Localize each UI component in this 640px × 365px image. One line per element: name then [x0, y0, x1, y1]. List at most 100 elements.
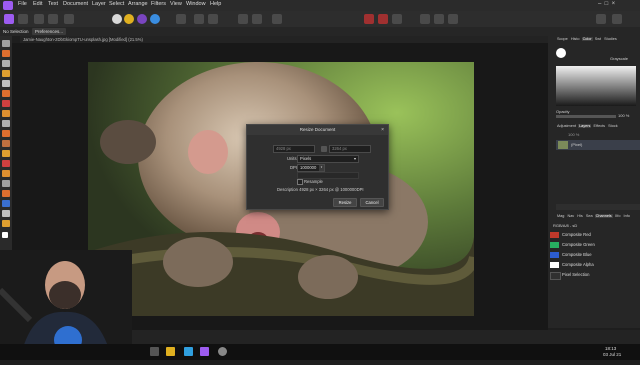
move-tool-icon[interactable] [2, 40, 10, 47]
tab-channels[interactable]: Channels [594, 214, 613, 218]
channel-label: Pixel Selection [562, 272, 590, 277]
menu-view[interactable]: View [170, 1, 182, 7]
fill-tool-icon[interactable] [2, 120, 10, 127]
personas-icon[interactable] [612, 14, 622, 24]
auto-levels-icon[interactable] [112, 14, 122, 24]
shape-tool-icon[interactable] [2, 190, 10, 197]
channel-green[interactable]: Composite Green [548, 240, 640, 250]
auto-white-balance-icon[interactable] [150, 14, 160, 24]
tab-search[interactable]: Sea [585, 214, 594, 218]
obs-icon[interactable] [218, 347, 227, 356]
transform-icon[interactable] [448, 14, 458, 24]
inpainting-icon[interactable] [2, 170, 10, 177]
tab-history[interactable]: His [576, 214, 583, 218]
view-tool-icon[interactable] [194, 14, 204, 24]
auto-colors-icon[interactable] [137, 14, 147, 24]
magnet-icon[interactable] [252, 14, 262, 24]
tab-scope[interactable]: Scope [556, 37, 569, 41]
menu-select[interactable]: Select [109, 1, 124, 7]
channel-blue[interactable]: Composite Blue [548, 250, 640, 260]
tab-histogram[interactable]: Histo [570, 37, 581, 41]
align-icon[interactable] [434, 14, 444, 24]
grid-icon[interactable] [208, 14, 218, 24]
affinity-photo-taskbar-icon[interactable] [200, 347, 209, 356]
tab-layers[interactable]: Layers [578, 124, 592, 128]
develop-persona-icon[interactable] [34, 14, 44, 24]
taskbar-app-icon[interactable] [150, 347, 159, 356]
dpi-stepper[interactable]: ▾ [319, 165, 324, 171]
erase-tool-icon[interactable] [2, 130, 10, 137]
window-controls[interactable]: – □ × [598, 1, 615, 7]
tab-color[interactable]: Color [581, 37, 593, 41]
mesh-warp-icon[interactable] [2, 220, 10, 227]
selection-intersect-icon[interactable] [392, 14, 402, 24]
view-tool-icon[interactable] [2, 50, 10, 57]
menu-window[interactable]: Window [186, 1, 206, 7]
channel-pixel-selection[interactable]: Pixel Selection [548, 270, 640, 280]
tab-effects[interactable]: Effects [593, 124, 607, 128]
tab-transform[interactable]: Xfo [614, 214, 622, 218]
tab-info[interactable]: Info [623, 214, 631, 218]
channel-red[interactable]: Composite Red [548, 230, 640, 240]
liquify-persona-icon[interactable] [18, 14, 28, 24]
opacity-slider[interactable] [556, 115, 616, 118]
assistant-icon[interactable] [596, 14, 606, 24]
tab-stock[interactable]: Stock [607, 124, 619, 128]
flood-select-icon[interactable] [2, 80, 10, 87]
red-eye-icon[interactable] [2, 160, 10, 167]
tab-swatches[interactable]: Swt [594, 37, 602, 41]
menu-filters[interactable]: Filters [151, 1, 166, 7]
width-field[interactable]: 4928 px [273, 145, 315, 153]
marquee-icon[interactable] [2, 90, 10, 97]
pen-tool-icon[interactable] [2, 180, 10, 187]
tab-macro[interactable]: Mag [556, 214, 565, 218]
export-persona-icon[interactable] [64, 14, 74, 24]
zoom-tool-icon[interactable] [2, 210, 10, 217]
menu-document[interactable]: Document [63, 1, 88, 7]
browser-icon[interactable] [184, 347, 193, 356]
menu-arrange[interactable]: Arrange [128, 1, 148, 7]
channel-alpha[interactable]: Composite Alpha [548, 260, 640, 270]
clone-tool-icon[interactable] [2, 150, 10, 157]
layer-row[interactable]: (Pixel) [556, 140, 640, 150]
view-mode-icon[interactable] [176, 14, 186, 24]
menu-layer[interactable]: Layer [92, 1, 106, 7]
snapping-icon[interactable] [238, 14, 248, 24]
paint-brush-icon[interactable] [2, 100, 10, 107]
units-select[interactable]: Pixels ▾ [297, 155, 359, 163]
tone-mapping-persona-icon[interactable] [48, 14, 58, 24]
quick-mask-icon[interactable] [272, 14, 282, 24]
text-tool-icon[interactable] [2, 200, 10, 207]
link-icon[interactable] [321, 146, 327, 152]
affinity-photo-logo-icon[interactable] [3, 1, 13, 10]
primary-color-icon[interactable] [556, 48, 566, 58]
menu-text[interactable]: Text [48, 1, 58, 7]
menu-file[interactable]: File [18, 1, 27, 7]
selection-brush-icon[interactable] [2, 70, 10, 77]
tab-adjustment[interactable]: Adjustment [556, 124, 577, 128]
foreground-color-icon[interactable] [2, 232, 8, 238]
color-picker-icon[interactable] [2, 110, 10, 117]
photo-persona-icon[interactable] [4, 14, 14, 24]
crop-tool-icon[interactable] [2, 60, 10, 67]
document-tab[interactable]: Jamie-Naughton-2DbGkiompTU-unsplash.jpg … [20, 36, 548, 43]
close-icon[interactable]: × [381, 126, 384, 134]
height-field[interactable]: 3264 px [329, 145, 371, 153]
tab-navigator[interactable]: Nav [566, 214, 575, 218]
grayscale-picker[interactable] [556, 66, 636, 106]
resample-checkbox[interactable] [297, 179, 303, 185]
tab-studies[interactable]: Studies [603, 37, 618, 41]
menu-edit[interactable]: Edit [33, 1, 42, 7]
cancel-button[interactable]: Cancel [360, 198, 384, 207]
dodge-tool-icon[interactable] [2, 140, 10, 147]
menu-help[interactable]: Help [210, 1, 221, 7]
auto-contrast-icon[interactable] [124, 14, 134, 24]
resize-button[interactable]: Resize [333, 198, 357, 207]
selection-mode-icon[interactable] [364, 14, 374, 24]
arrange-icon[interactable] [420, 14, 430, 24]
selection-subtract-icon[interactable] [378, 14, 388, 24]
file-explorer-icon[interactable] [166, 347, 175, 356]
layer-opacity[interactable]: 100 % [568, 132, 579, 137]
preferences-button[interactable]: Preferences... [32, 28, 67, 35]
channel-label: Composite Green [562, 242, 595, 247]
